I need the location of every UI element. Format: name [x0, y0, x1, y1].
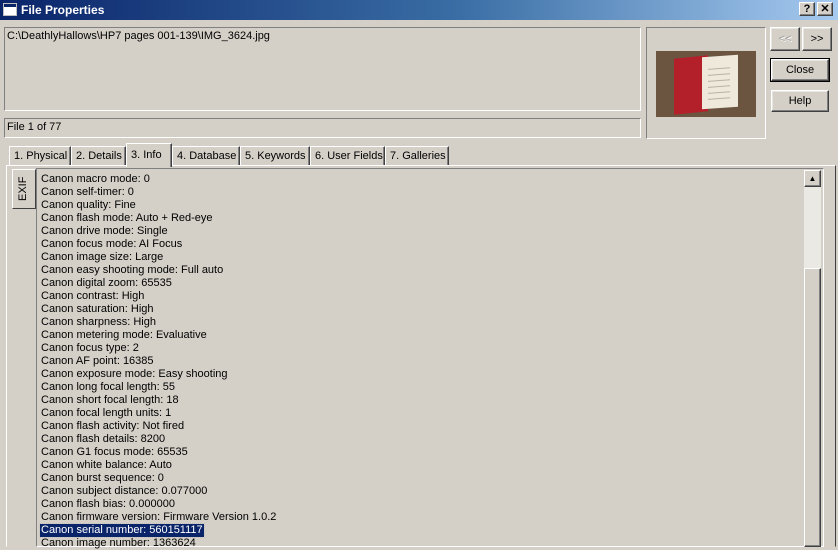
- exif-row[interactable]: Canon digital zoom: 65535: [40, 277, 173, 290]
- exif-row[interactable]: Canon AF point: 16385: [40, 355, 155, 368]
- exif-row[interactable]: Canon G1 focus mode: 65535: [40, 446, 189, 459]
- tab-database[interactable]: 4. Database: [172, 146, 240, 166]
- tab-details[interactable]: 2. Details: [71, 146, 126, 166]
- exif-list-scrollbar[interactable]: ▲: [804, 170, 821, 547]
- close-caption-button[interactable]: ✕: [817, 2, 833, 16]
- tab-exif-label: EXIF: [17, 176, 29, 201]
- exif-row[interactable]: Canon long focal length: 55: [40, 381, 176, 394]
- next-file-button[interactable]: >>: [802, 27, 832, 51]
- exif-row[interactable]: Canon easy shooting mode: Full auto: [40, 264, 224, 277]
- tab-galleries[interactable]: 7. Galleries: [385, 146, 449, 166]
- help-button[interactable]: Help: [771, 90, 829, 112]
- help-caption-button[interactable]: ?: [799, 2, 815, 16]
- exif-row[interactable]: Canon image number: 1363624: [40, 537, 197, 550]
- exif-row[interactable]: Canon flash bias: 0.000000: [40, 498, 176, 511]
- exif-row[interactable]: Canon focus mode: AI Focus: [40, 238, 183, 251]
- exif-row[interactable]: Canon firmware version: Firmware Version…: [40, 511, 277, 524]
- exif-row[interactable]: Canon self-timer: 0: [40, 186, 135, 199]
- tab-info[interactable]: 3. Info: [126, 143, 172, 167]
- file-path: C:\DeathlyHallows\HP7 pages 001-139\IMG_…: [7, 30, 270, 42]
- tab-user-fields[interactable]: 6. User Fields: [310, 146, 385, 166]
- previous-file-button[interactable]: <<: [770, 27, 800, 51]
- thumbnail-frame: [646, 27, 766, 139]
- title-bar: File Properties ? ✕: [0, 0, 838, 20]
- exif-row[interactable]: Canon focal length units: 1: [40, 407, 172, 420]
- exif-row[interactable]: Canon flash mode: Auto + Red-eye: [40, 212, 214, 225]
- window-title: File Properties: [21, 3, 105, 17]
- exif-row[interactable]: Canon short focal length: 18: [40, 394, 180, 407]
- exif-row[interactable]: Canon metering mode: Evaluative: [40, 329, 208, 342]
- tab-physical[interactable]: 1. Physical: [9, 146, 71, 166]
- close-button[interactable]: Close: [770, 58, 830, 82]
- tab-keywords[interactable]: 5. Keywords: [240, 146, 310, 166]
- exif-row[interactable]: Canon serial number: 560151117: [39, 523, 205, 538]
- window-icon: [3, 3, 17, 16]
- file-counter: File 1 of 77: [7, 121, 62, 133]
- scroll-up-button[interactable]: ▲: [804, 170, 821, 187]
- exif-row[interactable]: Canon burst sequence: 0: [40, 472, 165, 485]
- exif-row[interactable]: Canon white balance: Auto: [40, 459, 173, 472]
- exif-row[interactable]: Canon quality: Fine: [40, 199, 137, 212]
- file-path-box: C:\DeathlyHallows\HP7 pages 001-139\IMG_…: [4, 27, 641, 111]
- tab-exif[interactable]: EXIF: [12, 169, 36, 209]
- exif-list[interactable]: Canon macro mode: 0 Canon self-timer: 0 Ca…: [36, 168, 824, 550]
- exif-row[interactable]: Canon flash activity: Not fired: [40, 420, 185, 433]
- exif-row[interactable]: Canon sharpness: High: [40, 316, 157, 329]
- thumbnail-book-page: [702, 54, 738, 110]
- exif-row[interactable]: Canon subject distance: 0.077000: [40, 485, 208, 498]
- scroll-thumb[interactable]: [804, 268, 821, 547]
- file-status-box: File 1 of 77: [4, 118, 641, 138]
- exif-row[interactable]: Canon saturation: High: [40, 303, 155, 316]
- exif-row[interactable]: Canon drive mode: Single: [40, 225, 169, 238]
- exif-row[interactable]: Canon contrast: High: [40, 290, 145, 303]
- exif-row[interactable]: Canon focus type: 2: [40, 342, 140, 355]
- exif-row[interactable]: Canon image size: Large: [40, 251, 164, 264]
- exif-row[interactable]: Canon macro mode: 0: [40, 173, 151, 186]
- exif-row[interactable]: Canon exposure mode: Easy shooting: [40, 368, 229, 381]
- exif-row[interactable]: Canon flash details: 8200: [40, 433, 166, 446]
- image-thumbnail[interactable]: [656, 51, 756, 117]
